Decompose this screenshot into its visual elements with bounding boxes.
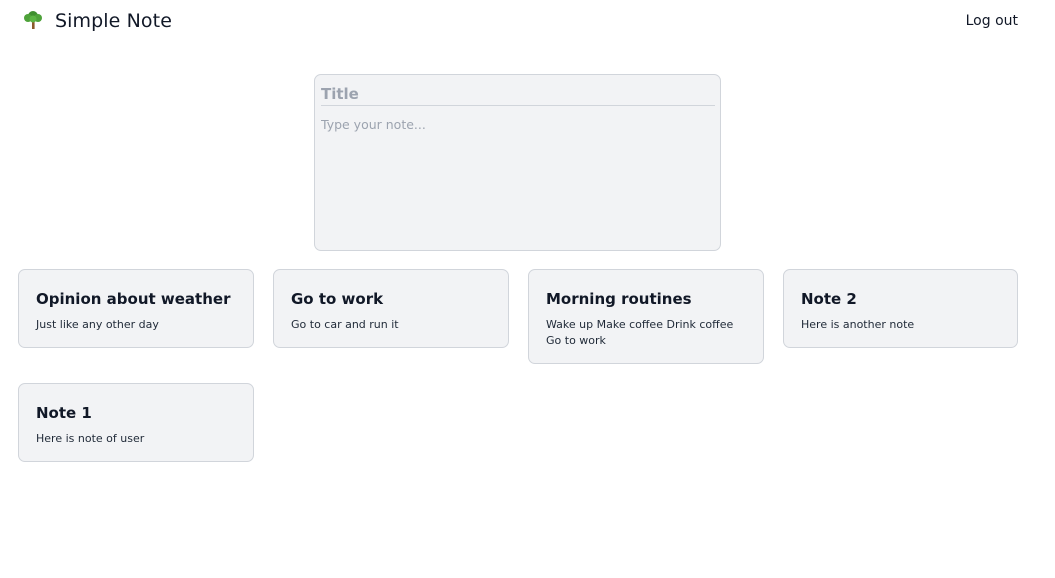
note-card-title: Opinion about weather bbox=[36, 290, 231, 308]
note-card-title: Note 2 bbox=[801, 290, 857, 308]
note-card-title: Note 1 bbox=[36, 404, 92, 422]
note-composer bbox=[314, 74, 721, 251]
note-card-title: Go to work bbox=[291, 290, 384, 308]
note-card-body: Here is another note bbox=[801, 318, 915, 331]
note-card[interactable]: Morning routines Wake up Make coffee Dri… bbox=[528, 269, 764, 364]
note-card[interactable]: Note 2 Here is another note bbox=[783, 269, 1018, 348]
note-input[interactable] bbox=[321, 117, 715, 243]
title-input[interactable] bbox=[321, 83, 715, 106]
app-header: Simple Note Log out bbox=[0, 0, 1055, 46]
note-card-body: Here is note of user bbox=[36, 432, 145, 445]
app-title: Simple Note bbox=[55, 10, 172, 32]
note-card-body: Just like any other day bbox=[36, 318, 159, 331]
note-card-title: Morning routines bbox=[546, 290, 692, 308]
note-card-body: Go to car and run it bbox=[291, 318, 399, 331]
tree-icon bbox=[22, 9, 44, 31]
logout-button[interactable]: Log out bbox=[966, 13, 1018, 29]
note-card-body: Wake up Make coffee Drink coffee Go to w… bbox=[546, 318, 734, 347]
note-card[interactable]: Note 1 Here is note of user bbox=[18, 383, 254, 462]
note-card[interactable]: Opinion about weather Just like any othe… bbox=[18, 269, 254, 348]
note-card[interactable]: Go to work Go to car and run it bbox=[273, 269, 509, 348]
